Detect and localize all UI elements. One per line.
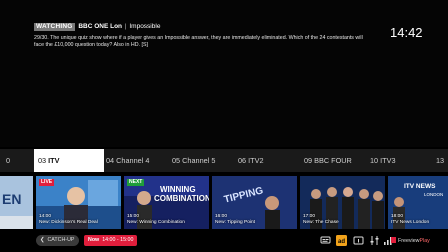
winning-text-1: WINNING — [160, 185, 196, 194]
tile-title: ITV News London — [391, 220, 430, 226]
freeview-brand: Freeview — [398, 238, 420, 244]
channel-item-itv[interactable]: 03 ITV — [34, 149, 104, 172]
now-label: Now — [88, 237, 100, 243]
channel-name: Channel 4 — [116, 156, 150, 165]
tile-caption: 18:00 ITV News London — [391, 214, 429, 226]
bottom-bar: ❮ CATCH-UP Now 14:00 - 15:00 ad FreeviewPl… — [0, 230, 448, 252]
audio-description-icon[interactable]: ad — [336, 235, 347, 246]
programme-thumbnail: EN — [0, 176, 33, 229]
svg-text:ad: ad — [338, 239, 345, 245]
channel-number: 04 — [106, 156, 115, 165]
tile-title: New: Tipping Point — [215, 220, 255, 226]
programme-tile-tipping-point[interactable]: TIPPING 16:00 New: Tipping Point — [212, 176, 297, 229]
channel-number: 13 — [436, 156, 445, 165]
freeview-mark-icon — [391, 237, 396, 243]
channel-item-itv2[interactable]: 06 ITV2 — [238, 149, 264, 172]
channel-name: ITV — [48, 156, 60, 165]
channel-number: 0 — [6, 156, 11, 165]
channel-item-channel-4[interactable]: 04 Channel 4 — [106, 149, 149, 172]
channel-number: 03 — [38, 156, 47, 165]
subtitles-icon[interactable] — [320, 235, 331, 246]
channel-name: ITV3 — [380, 156, 396, 165]
live-badge: LIVE — [39, 179, 55, 186]
channel-item-bbc-four[interactable]: 09 BBC FOUR — [304, 149, 352, 172]
now-watching-line: WATCHING BBC ONE Lon | Impossible — [34, 23, 160, 31]
now-time-indicator[interactable]: Now 14:00 - 15:00 — [84, 235, 138, 246]
freeview-brand-suffix: Play — [419, 238, 430, 244]
programme-tile-the-chase[interactable]: 17:00 New: The Chase — [300, 176, 385, 229]
info-icon[interactable] — [353, 235, 364, 246]
title-separator: | — [124, 23, 127, 30]
settings-sliders-icon[interactable] — [369, 235, 380, 246]
programme-tile-itv-news-london[interactable]: ITV NEWS LONDON 18:00 ITV News London — [388, 176, 448, 229]
channel-item-channel-5[interactable]: 05 Channel 5 — [172, 149, 215, 172]
catch-up-label: CATCH-UP — [47, 237, 75, 243]
current-channel-name: BBC ONE Lon — [78, 23, 123, 30]
tile-caption: 16:00 New: Tipping Point — [215, 214, 255, 226]
channel-item-itv3[interactable]: 10 ITV3 — [370, 149, 396, 172]
channel-name: BBC FOUR — [314, 156, 352, 165]
itv-news-logo: ITV NEWS — [404, 183, 436, 190]
svg-text:EN: EN — [2, 191, 21, 207]
tile-title: New: Winning Combination — [127, 220, 185, 226]
london-text: LONDON — [424, 192, 443, 197]
programme-strip: EN LIVE 14:00 New: Dickinson's Real Deal… — [0, 176, 448, 229]
tile-title: New: Dickinson's Real Deal — [39, 220, 98, 226]
tile-caption: 14:00 New: Dickinson's Real Deal — [39, 214, 98, 226]
freeview-play-logo: FreeviewPlay — [391, 237, 430, 244]
channel-number: 09 — [304, 156, 313, 165]
current-programme-title: Impossible — [129, 23, 161, 30]
programme-synopsis: 29/30. The unique quiz show where if a p… — [34, 35, 363, 48]
channel-number: 10 — [370, 156, 379, 165]
programme-info-panel: WATCHING BBC ONE Lon | Impossible 29/30.… — [0, 0, 448, 147]
tile-title: New: The Chase — [303, 220, 339, 226]
winning-text-2: COMBINATION — [154, 194, 209, 203]
clock: 14:42 — [390, 25, 423, 40]
channel-number: 05 — [172, 156, 181, 165]
now-time-range: 14:00 - 15:00 — [102, 237, 134, 243]
programme-tile-next[interactable]: WINNING COMBINATION NEXT 15:00 New: Winn… — [124, 176, 209, 229]
channel-item-partial-right[interactable]: 13 — [436, 149, 444, 172]
channel-selector-bar: 0 03 ITV 04 Channel 4 05 Channel 5 06 ITV2 0… — [0, 149, 448, 172]
watching-badge: WATCHING — [34, 23, 75, 31]
next-badge: NEXT — [127, 179, 145, 186]
channel-name: Channel 5 — [182, 156, 216, 165]
chevron-left-icon: ❮ — [40, 237, 45, 243]
channel-name: ITV2 — [248, 156, 264, 165]
channel-item-partial-left[interactable]: 0 — [6, 149, 10, 172]
tile-caption: 17:00 New: The Chase — [303, 214, 339, 226]
channel-number: 06 — [238, 156, 247, 165]
programme-tile-live[interactable]: LIVE 14:00 New: Dickinson's Real Deal — [36, 176, 121, 229]
catch-up-button[interactable]: ❮ CATCH-UP — [36, 235, 80, 246]
tile-caption: 15:00 New: Winning Combination — [127, 214, 185, 226]
programme-tile-previous[interactable]: EN — [0, 176, 33, 229]
